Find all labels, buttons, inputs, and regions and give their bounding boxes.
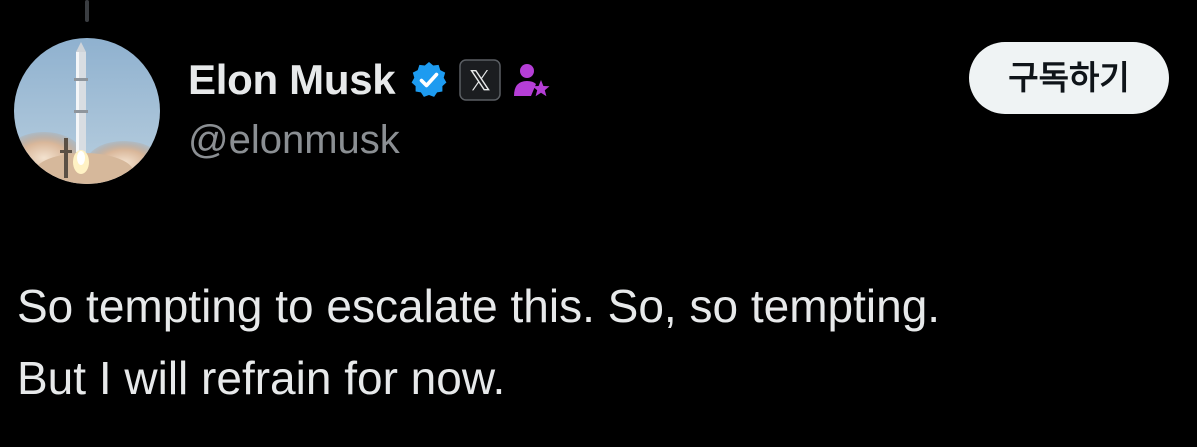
subscribe-button[interactable]: 구독하기 (969, 42, 1169, 114)
author-name-row: Elon Musk 𝕏 (188, 52, 551, 108)
thread-connector-line (85, 0, 89, 22)
rocket-launch-photo (14, 38, 160, 184)
tweet-text-line: But I will refrain for now. (17, 352, 506, 404)
svg-text:𝕏: 𝕏 (469, 64, 492, 97)
subscriber-badge-icon[interactable] (511, 60, 551, 100)
tweet-text: So tempting to escalate this. So, so tem… (17, 270, 1187, 414)
avatar[interactable] (14, 38, 160, 184)
x-affiliate-badge-icon[interactable]: 𝕏 (459, 59, 502, 101)
author-handle[interactable]: @elonmusk (188, 120, 400, 160)
author-display-name[interactable]: Elon Musk (188, 59, 396, 101)
tweet-text-line: So tempting to escalate this. So, so tem… (17, 280, 941, 332)
verified-badge-icon[interactable] (409, 60, 449, 100)
